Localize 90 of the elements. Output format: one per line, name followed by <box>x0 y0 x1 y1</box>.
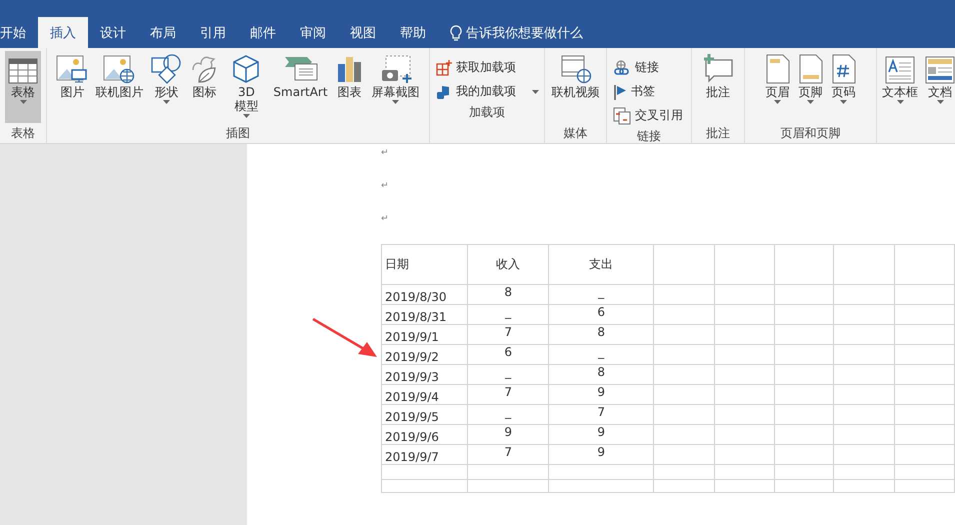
lightbulb-icon <box>450 24 462 40</box>
group-label: 插图 <box>225 125 251 142</box>
table-cell: _ <box>468 404 548 424</box>
link-icon <box>613 60 631 76</box>
ribbon-button[interactable]: 我的加载项 <box>434 81 541 102</box>
table-cell: 2019/9/5 <box>382 404 468 424</box>
ribbon-tab[interactable]: 设计 <box>88 17 138 48</box>
table-cell: _ <box>548 344 654 364</box>
table-icon <box>8 58 38 84</box>
table-cell: 2019/8/30 <box>382 284 468 304</box>
ribbon-button[interactable]: 链接 <box>611 57 661 78</box>
ribbon-button[interactable]: 页码 <box>828 51 860 123</box>
table-cell: 7 <box>468 384 548 404</box>
page-number-icon <box>830 54 856 84</box>
text-box-icon <box>885 56 915 84</box>
table-cell: 9 <box>548 384 654 404</box>
table-cell: 6 <box>548 304 654 324</box>
grid-plus-icon <box>436 60 452 76</box>
table-cell: _ <box>548 284 654 304</box>
ribbon-button[interactable]: 页眉 <box>762 51 794 123</box>
table-cell: 8 <box>548 364 654 384</box>
table-cell: 9 <box>548 424 654 444</box>
ribbon-tab[interactable]: 插入 <box>38 17 88 48</box>
ribbon-button[interactable]: 3D 模型 <box>223 51 270 123</box>
table-cell: 7 <box>468 444 548 464</box>
table-cell: 8 <box>468 284 548 304</box>
ribbon-button[interactable]: 文档 <box>922 51 955 123</box>
group-label: 批注 <box>705 125 731 142</box>
table-cell: 7 <box>468 324 548 344</box>
table-cell: 2019/9/7 <box>382 444 468 464</box>
table-cell: 9 <box>468 424 548 444</box>
tell-me-field[interactable]: 告诉我你想要做什么 <box>466 24 583 42</box>
cross-reference-icon <box>613 106 631 124</box>
column-header: 日期 <box>382 244 468 284</box>
ribbon-button[interactable]: 文本框 <box>879 51 921 123</box>
table-cell: 7 <box>548 404 654 424</box>
table-cell: _ <box>468 304 548 324</box>
picture-icon <box>56 54 88 84</box>
ribbon-tab[interactable]: 开始 <box>0 17 38 48</box>
table-cell: 2019/9/2 <box>382 344 468 364</box>
ribbon-button[interactable]: 图片 <box>53 51 92 123</box>
comment-icon <box>702 54 734 84</box>
footer-icon <box>798 54 824 84</box>
paragraph-mark: ↵ <box>381 214 389 224</box>
ribbon-button[interactable]: 交叉引用 <box>611 105 685 126</box>
cube-icon <box>231 54 262 84</box>
ribbon-tab[interactable]: 帮助 <box>388 17 438 48</box>
table-cell: 2019/9/1 <box>382 324 468 344</box>
table-cell: 2019/8/31 <box>382 304 468 324</box>
ribbon-button[interactable]: SmartArt <box>270 51 331 123</box>
table-cell: 6 <box>468 344 548 364</box>
table-cell: 8 <box>548 324 654 344</box>
group-label: 表格 <box>10 125 36 142</box>
column-header: 支出 <box>548 244 654 284</box>
ribbon-tab[interactable]: 视图 <box>338 17 388 48</box>
ribbon-button[interactable]: 图表 <box>332 51 368 123</box>
table-cell: 9 <box>548 444 654 464</box>
ribbon-button[interactable]: 形状 <box>147 51 186 123</box>
shapes-icon <box>150 54 182 84</box>
ribbon-button[interactable]: 表格 <box>5 51 41 123</box>
ribbon-button[interactable]: 书签 <box>611 81 657 102</box>
screenshot-icon <box>380 54 412 84</box>
ribbon-button[interactable]: 屏幕截图 <box>368 51 423 123</box>
header-icon <box>764 54 790 84</box>
table-cell: 2019/9/6 <box>382 424 468 444</box>
ribbon-button[interactable]: 图标 <box>186 51 222 123</box>
ribbon-tab[interactable]: 布局 <box>138 17 188 48</box>
column-header: 收入 <box>468 244 548 284</box>
flag-icon <box>613 84 627 100</box>
ribbon-button[interactable]: 联机图片 <box>92 51 146 123</box>
group-label: 媒体 <box>562 125 588 142</box>
ribbon-button[interactable]: 批注 <box>699 51 737 123</box>
table-cell: 2019/9/3 <box>382 364 468 384</box>
paragraph-mark: ↵ <box>381 148 389 158</box>
table-cell: 2019/9/4 <box>382 384 468 404</box>
paragraph-mark: ↵ <box>381 181 389 191</box>
group-label: 页眉和页脚 <box>780 125 842 142</box>
arrow-annotation <box>312 318 378 358</box>
ribbon-tab[interactable]: 审阅 <box>288 17 338 48</box>
ribbon-tab[interactable]: 引用 <box>188 17 238 48</box>
cubes-icon <box>436 84 452 100</box>
video-icon <box>560 54 592 84</box>
group-label: 加载项 <box>468 104 506 121</box>
table-cell: _ <box>468 364 548 384</box>
ribbon-tab[interactable]: 邮件 <box>238 17 288 48</box>
ribbon-button[interactable]: 页脚 <box>794 51 826 123</box>
group-label: 链接 <box>636 128 662 143</box>
online-picture-icon <box>103 54 136 84</box>
ribbon-button[interactable]: 联机视频 <box>548 51 602 123</box>
ribbon-button[interactable]: 获取加载项 <box>434 57 518 78</box>
